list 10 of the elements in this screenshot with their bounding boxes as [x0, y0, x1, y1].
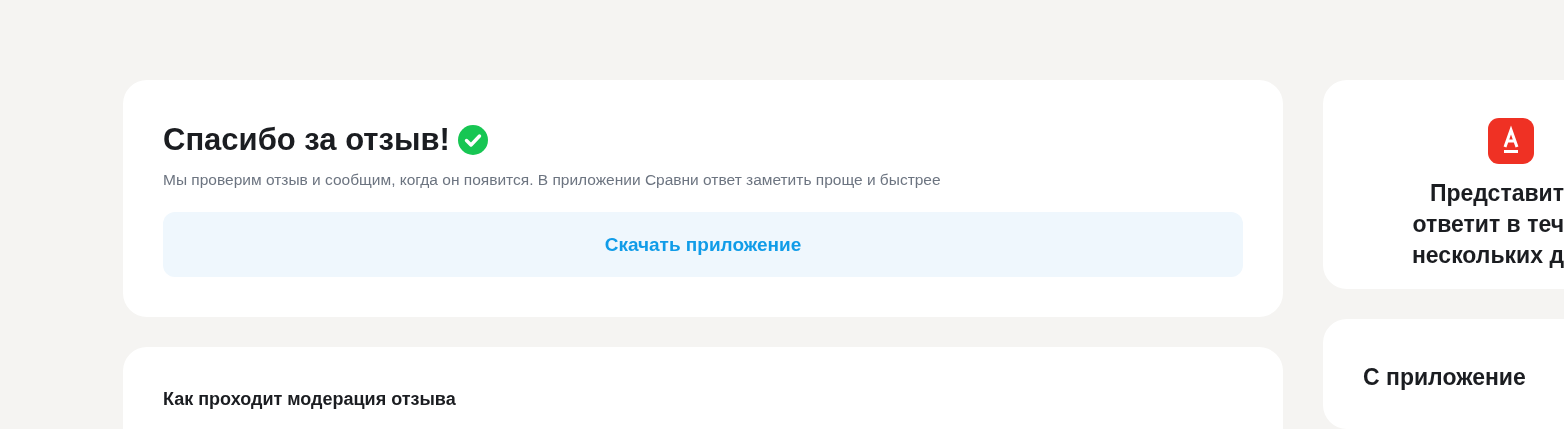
- moderation-title: Как проходит модерация отзыва: [163, 388, 457, 411]
- app-card-title: С приложение: [1363, 362, 1527, 392]
- bank-text-line: нескольких д: [1411, 241, 1564, 270]
- check-circle-icon: [457, 125, 488, 155]
- bank-text-line: Представит: [1429, 179, 1564, 208]
- download-app-button[interactable]: Скачать приложение: [163, 212, 1243, 277]
- bank-logo-icon: [1488, 118, 1534, 164]
- success-title: Спасибо за отзыв!: [163, 122, 450, 158]
- bank-text-line: ответит в теч: [1412, 210, 1564, 239]
- success-message: Мы проверим отзыв и сообщим, когда он появится. В приложении Сравни ответ заметить проще и быстрее: [163, 170, 942, 190]
